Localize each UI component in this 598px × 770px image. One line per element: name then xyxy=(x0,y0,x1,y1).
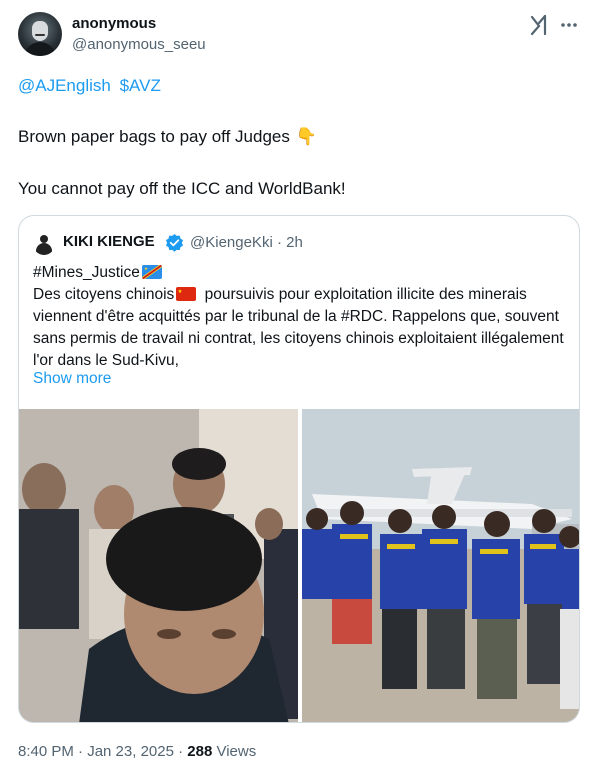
hashtag-link[interactable]: #Mines_Justice xyxy=(33,264,140,281)
drc-flag-emoji: ★ xyxy=(141,265,162,279)
mask-graphic xyxy=(32,21,48,41)
mention-link[interactable]: @AJEnglish xyxy=(18,76,111,95)
quoted-text-part: Des citoyens chinois xyxy=(33,286,175,303)
avatar-head-graphic xyxy=(40,235,48,243)
post-text: You cannot pay off the ICC and WorldBank… xyxy=(18,179,346,198)
svg-text:★: ★ xyxy=(178,289,183,295)
views-label: Views xyxy=(216,743,257,760)
author-handle[interactable]: @anonymous_seeu xyxy=(72,36,206,53)
airport-photo[interactable] xyxy=(302,409,579,722)
post-header: anonymous @anonymous_seeu xyxy=(18,12,580,60)
timestamp[interactable]: 8:40 PM · Jan 23, 2025 · xyxy=(18,743,187,760)
avatar-body-graphic xyxy=(36,243,52,255)
pointing-down-emoji: 👇 xyxy=(295,127,318,146)
verified-badge-icon xyxy=(165,233,184,252)
quoted-post[interactable]: KIKI KIENGE @KiengeKki · 2h #Mines_Justi… xyxy=(18,215,580,723)
svg-text:★: ★ xyxy=(144,266,148,271)
author-name[interactable]: anonymous xyxy=(72,15,156,32)
quoted-author-avatar xyxy=(33,233,55,255)
quoted-author-handle: @KiengeKki · 2h xyxy=(190,234,303,251)
cashtag-link[interactable]: $AVZ xyxy=(120,76,161,95)
post-text: Brown paper bags to pay off Judges xyxy=(18,127,290,146)
post-mentions: @AJEnglish $AVZ xyxy=(18,76,165,96)
media-grid xyxy=(19,409,579,722)
post-metadata: 8:40 PM · Jan 23, 2025 · 288 Views xyxy=(18,743,256,760)
quoted-text: #Mines_Justice ★ Des citoyens chinois ★ po… xyxy=(33,262,573,372)
quoted-author-name: KIKI KIENGE xyxy=(63,233,155,250)
show-more-link[interactable]: Show more xyxy=(33,370,111,388)
courtroom-photo[interactable] xyxy=(19,409,298,722)
post-text-line: Brown paper bags to pay off Judges 👇 xyxy=(18,127,317,147)
grok-icon[interactable] xyxy=(528,14,550,36)
courtroom-photo-art xyxy=(19,409,298,722)
suit-graphic xyxy=(24,42,56,56)
author-avatar[interactable] xyxy=(18,12,62,56)
views-count: 288 xyxy=(187,743,213,760)
china-flag-emoji: ★ xyxy=(176,287,197,301)
more-icon[interactable] xyxy=(558,14,580,36)
airport-photo-art xyxy=(302,409,579,722)
